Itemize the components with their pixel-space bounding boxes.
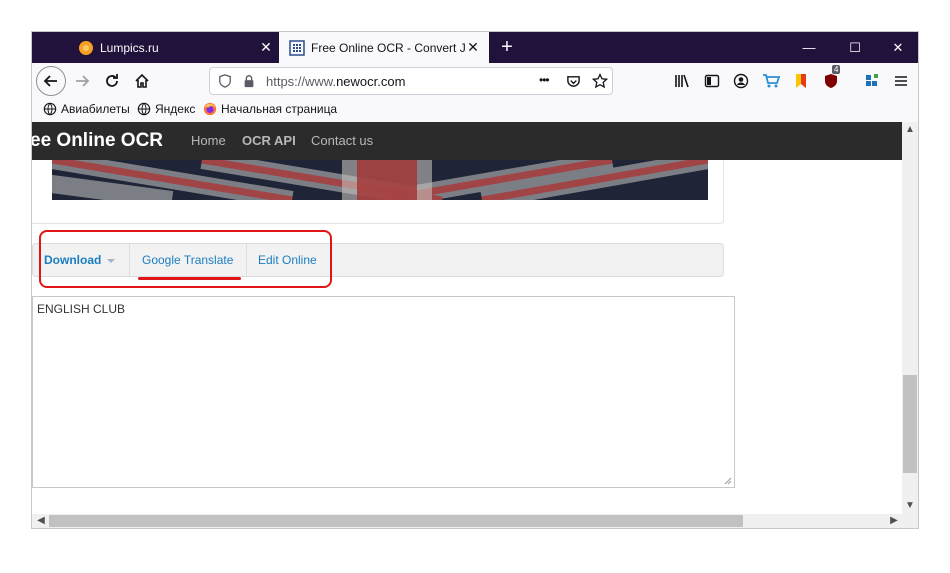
nav-contact-link[interactable]: Contact us — [311, 133, 373, 148]
page-content: ee Online OCR Home OCR API Contact us Do… — [32, 122, 902, 514]
back-button[interactable] — [36, 66, 66, 96]
minimize-button[interactable]: — — [786, 32, 832, 63]
nav-ocr-api-link[interactable]: OCR API — [242, 133, 296, 148]
extensions-button[interactable] — [862, 71, 882, 91]
new-tab-button[interactable]: + — [496, 36, 518, 58]
scrollbar-corner — [902, 514, 918, 528]
sidebar-icon — [704, 74, 720, 88]
lock-icon[interactable] — [242, 74, 256, 88]
ocr-result-text: ENGLISH CLUB — [37, 302, 126, 316]
bookmark-label: Начальная страница — [221, 102, 338, 116]
close-window-button[interactable]: ✕ — [875, 32, 918, 63]
nav-home-link[interactable]: Home — [191, 133, 226, 148]
firefox-icon — [203, 102, 217, 116]
tab-close-icon[interactable]: ✕ — [258, 39, 274, 56]
resize-handle-icon[interactable] — [724, 477, 732, 485]
bookmark-aviabilety[interactable]: Авиабилеты — [43, 102, 130, 116]
account-icon — [733, 73, 749, 89]
bookmark-extension-button[interactable] — [791, 71, 811, 91]
bookmark-label: Авиабилеты — [61, 102, 130, 116]
uploaded-image-preview — [52, 160, 708, 200]
bookmarks-toolbar: Авиабилеты Яндекс Начальная страница — [32, 99, 918, 123]
horizontal-scroll-thumb[interactable] — [49, 515, 743, 527]
menu-button[interactable] — [891, 71, 911, 91]
globe-icon — [137, 102, 151, 116]
tab-title: Lumpics.ru — [100, 40, 159, 55]
account-button[interactable] — [731, 71, 751, 91]
union-jack-image — [52, 160, 708, 200]
site-brand[interactable]: ee Online OCR — [32, 130, 163, 152]
horizontal-scrollbar[interactable]: ◀ ▶ — [32, 514, 902, 528]
back-arrow-icon — [43, 75, 57, 87]
sidebar-button[interactable] — [702, 71, 722, 91]
tab-newocr[interactable]: Free Online OCR - Convert JPEG ✕ — [279, 32, 489, 63]
star-icon[interactable] — [592, 73, 608, 89]
tab-lumpics[interactable]: Lumpics.ru ✕ — [68, 32, 282, 63]
globe-icon — [43, 102, 57, 116]
newocr-favicon-icon — [289, 39, 305, 56]
bookmark-yandex[interactable]: Яндекс — [137, 102, 195, 116]
scroll-up-icon[interactable]: ▲ — [902, 124, 918, 135]
uploaded-image-panel — [32, 160, 724, 224]
scroll-down-icon[interactable]: ▼ — [902, 500, 918, 511]
address-bar[interactable]: https://www.newocr.com ••• — [209, 67, 613, 95]
cart-extension-button[interactable] — [761, 71, 781, 91]
url-text[interactable]: https://www.newocr.com — [266, 74, 405, 89]
page-actions-button[interactable]: ••• — [539, 73, 550, 87]
tab-close-icon[interactable]: ✕ — [465, 39, 481, 56]
reload-icon — [106, 74, 118, 87]
cart-icon — [763, 74, 780, 88]
maximize-button[interactable]: ☐ — [832, 32, 878, 63]
reload-button[interactable] — [98, 67, 126, 95]
scroll-left-icon[interactable]: ◀ — [33, 515, 49, 526]
shield-icon[interactable] — [218, 74, 232, 88]
ublock-icon — [825, 74, 837, 88]
lumpics-favicon-icon — [79, 40, 93, 55]
navigation-toolbar: https://www.newocr.com ••• 4 — [32, 63, 918, 99]
vertical-scroll-thumb[interactable] — [903, 375, 917, 473]
ocr-result-textarea[interactable]: ENGLISH CLUB — [32, 296, 735, 488]
library-button[interactable] — [672, 71, 692, 91]
annotation-underline — [138, 277, 241, 280]
library-icon — [675, 74, 689, 88]
bookmark-label: Яндекс — [155, 102, 196, 116]
menu-icon — [895, 76, 907, 86]
pocket-icon[interactable] — [566, 74, 581, 89]
forward-button[interactable] — [68, 67, 96, 95]
tab-title: Free Online OCR - Convert JPEG — [311, 40, 465, 55]
browser-window: Lumpics.ru ✕ Free Online OCR - Convert J… — [32, 32, 918, 528]
tab-strip: Lumpics.ru ✕ Free Online OCR - Convert J… — [32, 32, 918, 63]
ublock-badge: 4 — [832, 65, 841, 74]
home-button[interactable] — [128, 67, 156, 95]
vertical-scrollbar[interactable]: ▲ ▼ — [902, 122, 918, 514]
ublock-button[interactable]: 4 — [821, 65, 841, 91]
bookmark-start-page[interactable]: Начальная страница — [203, 102, 337, 116]
site-navbar: ee Online OCR Home OCR API Contact us — [32, 122, 902, 160]
scroll-right-icon[interactable]: ▶ — [886, 515, 902, 526]
bookmark-icon — [796, 74, 806, 88]
forward-arrow-icon — [76, 75, 90, 87]
home-icon — [135, 73, 149, 88]
extension-icon — [866, 74, 878, 86]
